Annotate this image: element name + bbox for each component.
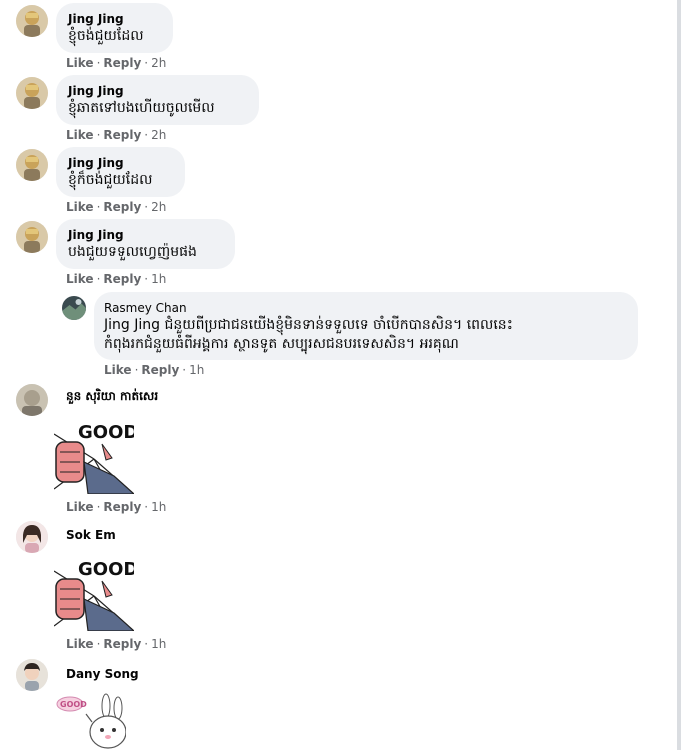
separator: · — [144, 128, 149, 142]
reply-button[interactable]: Reply — [141, 363, 179, 377]
comment-text: បងជួយទទួលហ្វេញ៉មផង — [68, 244, 197, 260]
comment-actions: Like · Reply · 1h — [66, 499, 166, 515]
separator: · — [96, 56, 101, 70]
like-button[interactable]: Like — [66, 200, 94, 214]
comment-bubble: Jing Jing បងជួយទទួលហ្វេញ៉មផង — [56, 219, 235, 269]
comment-actions: Like · Reply · 2h — [66, 55, 166, 71]
like-button[interactable]: Like — [66, 637, 94, 651]
reply-bubble: Rasmey Chan Jing Jing ជំនួយពីប្រជាជនយើងខ… — [94, 292, 638, 360]
reply-actions: Like · Reply · 1h — [104, 362, 204, 378]
comment-author[interactable]: Dany Song — [66, 666, 139, 682]
comment-author[interactable]: Jing Jing — [68, 11, 161, 27]
avatar[interactable] — [16, 149, 48, 181]
like-button[interactable]: Like — [66, 272, 94, 286]
avatar[interactable] — [16, 5, 48, 37]
comment-time[interactable]: 2h — [151, 128, 166, 142]
comment-author[interactable]: Jing Jing — [68, 83, 247, 99]
comment-author[interactable]: Jing Jing — [68, 155, 173, 171]
comment-time[interactable]: 2h — [151, 56, 166, 70]
separator: · — [96, 272, 101, 286]
comment-actions: Like · Reply · 1h — [66, 271, 166, 287]
reply-time[interactable]: 1h — [189, 363, 204, 377]
comment-author[interactable]: Jing Jing — [68, 227, 223, 243]
reply-button[interactable]: Reply — [103, 128, 141, 142]
comment-actions: Like · Reply · 2h — [66, 127, 166, 143]
reply-text-line: កំពុងរកជំនួយធំពីអង្គការ ស្ថានទូត សប្បុរស… — [104, 336, 459, 352]
separator: · — [96, 128, 101, 142]
separator: · — [144, 200, 149, 214]
reply-button[interactable]: Reply — [103, 272, 141, 286]
separator: · — [182, 363, 187, 377]
reply-text: ជំនួយពីប្រជាជនយើងខ្ញុំមិនទាន់ទទួលទេ ចាំប… — [164, 317, 513, 333]
reply-button[interactable]: Reply — [103, 637, 141, 651]
comment-text: ខ្ញុំឆាតទៅបងហើយចូលមើល — [68, 100, 215, 116]
comment-text: ខ្ញុំចង់ជួយដែល — [68, 28, 144, 44]
sticker-text: GOOD — [60, 700, 87, 709]
comment-text: ខ្ញុំក៏ចង់ជួយដែល — [68, 172, 153, 188]
scrollbar-track[interactable] — [677, 0, 681, 750]
separator: · — [144, 56, 149, 70]
good-sticker[interactable]: GOOD — [54, 551, 134, 631]
comment-time[interactable]: 1h — [151, 637, 166, 651]
sticker-text: GOOD — [78, 422, 134, 443]
separator: · — [144, 500, 149, 514]
comment-time[interactable]: 1h — [151, 272, 166, 286]
comment-author[interactable]: Sok Em — [66, 527, 116, 543]
comment-actions: Like · Reply · 1h — [66, 636, 166, 652]
reply-button[interactable]: Reply — [103, 56, 141, 70]
bunny-good-sticker[interactable]: GOOD — [56, 692, 126, 752]
reply-button[interactable]: Reply — [103, 500, 141, 514]
separator: · — [144, 637, 149, 651]
comment-bubble: Jing Jing ខ្ញុំក៏ចង់ជួយដែល — [56, 147, 185, 197]
separator: · — [144, 272, 149, 286]
comment-author[interactable]: នួន សុរិយា កាត់សេរ — [66, 388, 158, 404]
like-button[interactable]: Like — [104, 363, 132, 377]
comment-time[interactable]: 1h — [151, 500, 166, 514]
avatar[interactable] — [16, 384, 48, 416]
avatar[interactable] — [16, 521, 48, 553]
like-button[interactable]: Like — [66, 128, 94, 142]
reply-text-line: Jing Jing ជំនួយពីប្រជាជនយើងខ្ញុំមិនទាន់ទ… — [104, 316, 628, 335]
comment-bubble: Jing Jing ខ្ញុំចង់ជួយដែល — [56, 3, 173, 53]
avatar[interactable] — [16, 77, 48, 109]
avatar[interactable] — [62, 296, 86, 320]
separator: · — [96, 200, 101, 214]
reply-author[interactable]: Rasmey Chan — [104, 300, 628, 316]
comment-time[interactable]: 2h — [151, 200, 166, 214]
avatar[interactable] — [16, 221, 48, 253]
sticker-text: GOOD — [78, 559, 134, 580]
reply-button[interactable]: Reply — [103, 200, 141, 214]
like-button[interactable]: Like — [66, 56, 94, 70]
separator: · — [96, 637, 101, 651]
separator: · — [96, 500, 101, 514]
comment-actions: Like · Reply · 2h — [66, 199, 166, 215]
comment-bubble: Jing Jing ខ្ញុំឆាតទៅបងហើយចូលមើល — [56, 75, 259, 125]
mention-link[interactable]: Jing Jing — [104, 317, 160, 333]
avatar[interactable] — [16, 659, 48, 691]
like-button[interactable]: Like — [66, 500, 94, 514]
good-sticker[interactable]: GOOD — [54, 414, 134, 494]
separator: · — [134, 363, 139, 377]
